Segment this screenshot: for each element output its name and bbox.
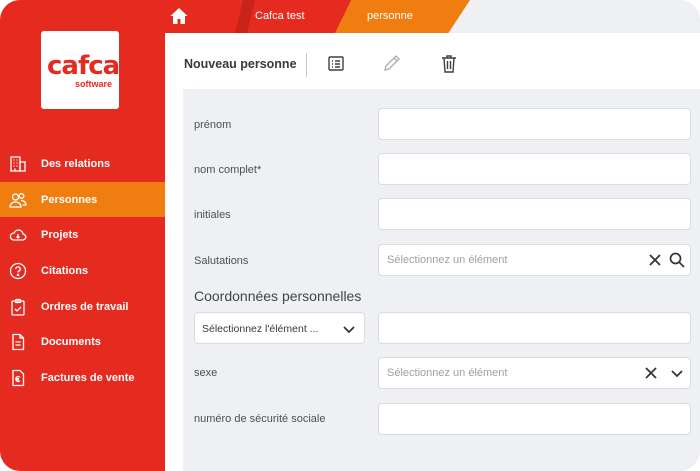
document-icon — [12, 334, 25, 351]
prenom-input[interactable] — [378, 108, 691, 140]
sidebar-item-label: Des relations — [41, 157, 111, 170]
list-icon[interactable] — [326, 53, 346, 75]
sidebar-item-label: Projets — [41, 229, 79, 242]
sidebar-item-factures-de-vente[interactable]: Factures de vente — [0, 360, 165, 396]
sidebar-item-label: Factures de vente — [41, 371, 135, 384]
euro-invoice-icon — [12, 369, 25, 387]
coordonnees-value-input[interactable] — [378, 312, 691, 344]
people-icon — [9, 192, 27, 208]
sexe-select[interactable]: Sélectionnez un élément — [378, 357, 691, 389]
salutations-select[interactable]: Sélectionnez un élément — [378, 244, 691, 276]
sidebar-item-projets[interactable]: Projets — [0, 217, 165, 253]
sidebar-item-des-relations[interactable]: Des relations — [0, 146, 165, 182]
sidebar-nav: Des relations Personnes Projets Citation… — [0, 146, 165, 396]
salutations-placeholder: Sélectionnez un élément — [387, 254, 508, 266]
clipboard-icon — [11, 298, 25, 316]
logo-text: cafca — [47, 51, 120, 81]
nss-label: numéro de sécurité sociale — [194, 413, 326, 425]
sidebar-item-label: Ordres de travail — [41, 300, 129, 313]
nom-complet-label: nom complet* — [194, 164, 262, 176]
breadcrumb-item-cafca-test[interactable]: Cafca test — [255, 10, 305, 22]
clear-icon[interactable] — [647, 252, 663, 268]
cloud-icon — [9, 229, 27, 241]
chevron-down-icon — [343, 326, 355, 334]
initiales-label: initiales — [194, 209, 231, 221]
trash-icon[interactable] — [439, 53, 459, 75]
page-header: Nouveau personne — [165, 33, 700, 89]
coordonnees-type-value: Sélectionnez l'élément ... — [202, 323, 319, 335]
app-window: cafca software Des relations Personnes P… — [0, 0, 700, 471]
page-title: Nouveau personne — [184, 57, 297, 71]
header-divider — [306, 53, 307, 77]
nss-input[interactable] — [378, 403, 691, 435]
sidebar-item-label: Documents — [41, 336, 101, 349]
salutations-label: Salutations — [194, 255, 249, 267]
logo-subtext: software — [75, 79, 113, 89]
breadcrumb-item-personne[interactable]: personne — [367, 10, 413, 22]
sidebar-item-ordres-de-travail[interactable]: Ordres de travail — [0, 289, 165, 325]
pencil-icon[interactable] — [382, 53, 402, 75]
nom-complet-input[interactable] — [378, 153, 691, 185]
sidebar: cafca software Des relations Personnes P… — [0, 0, 165, 471]
search-icon[interactable] — [669, 252, 685, 268]
sidebar-item-label: Citations — [41, 264, 89, 277]
sidebar-item-documents[interactable]: Documents — [0, 324, 165, 360]
building-icon — [10, 156, 26, 172]
sidebar-item-citations[interactable]: Citations — [0, 253, 165, 289]
question-icon — [9, 262, 27, 280]
coordonnees-type-select[interactable]: Sélectionnez l'élément ... — [194, 312, 365, 344]
clear-icon[interactable] — [643, 365, 659, 381]
person-form: prénom nom complet* initiales Salutation… — [183, 89, 700, 471]
chevron-down-icon[interactable] — [669, 365, 685, 381]
sexe-label: sexe — [194, 367, 218, 379]
home-icon[interactable] — [169, 6, 189, 26]
sidebar-item-label: Personnes — [41, 193, 98, 206]
initiales-input[interactable] — [378, 198, 691, 230]
prenom-label: prénom — [194, 119, 232, 131]
sidebar-item-personnes[interactable]: Personnes — [0, 181, 165, 218]
top-bar: Cafca test personne — [165, 0, 700, 33]
cafca-logo[interactable]: cafca software — [41, 31, 119, 109]
section-title-coordonnees: Coordonnées personnelles — [194, 288, 362, 304]
sexe-placeholder: Sélectionnez un élément — [387, 367, 508, 379]
